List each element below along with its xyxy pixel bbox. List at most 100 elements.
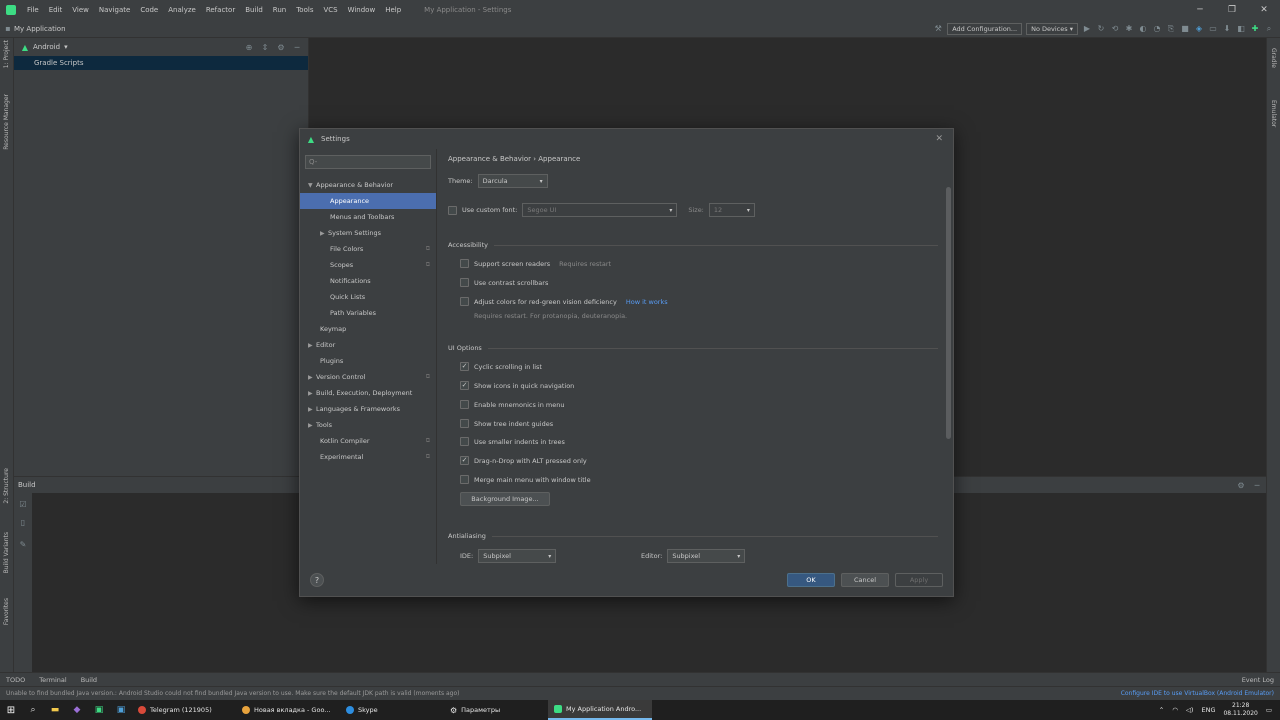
attach-debugger-icon[interactable]: ⎘ (1166, 24, 1176, 34)
tree-item-version-control[interactable]: ▶ Version Control ⧉ (300, 369, 436, 385)
editor-antialiasing-select[interactable]: Subpixel ▾ (667, 549, 746, 563)
quick-nav-icons-checkbox[interactable]: ✓ (460, 381, 469, 390)
taskbar-app-skype[interactable]: Skype (340, 700, 444, 720)
menu-code[interactable]: Code (135, 6, 163, 14)
how-it-works-link[interactable]: How it works (626, 298, 668, 306)
tree-item-experimental[interactable]: Experimental ⧉ (300, 449, 436, 465)
clock[interactable]: 21:28 08.11.2020 (1223, 702, 1257, 718)
tree-item-tools[interactable]: ▶ Tools (300, 417, 436, 433)
tree-item-system-settings[interactable]: ▶ System Settings (300, 225, 436, 241)
tree-item-editor[interactable]: ▶ Editor (300, 337, 436, 353)
menu-vcs[interactable]: VCS (318, 6, 342, 14)
avd-manager-icon[interactable]: ▭ (1208, 24, 1218, 34)
chevron-down-icon[interactable]: ▾ (64, 43, 68, 51)
menu-file[interactable]: File (22, 6, 44, 14)
hide-icon[interactable]: ─ (1252, 480, 1262, 490)
close-icon[interactable]: ✕ (935, 134, 943, 144)
tree-item-menus-toolbars[interactable]: Menus and Toolbars (300, 209, 436, 225)
minimize-icon[interactable]: ─ (1184, 5, 1216, 15)
contrast-scrollbars-checkbox[interactable] (460, 278, 469, 287)
run-configuration-combo[interactable]: Add Configuration... (947, 22, 1023, 35)
tool-window-project[interactable]: 1: Project (3, 40, 10, 68)
coverage-icon[interactable]: ◐ (1138, 24, 1148, 34)
project-tree-selected-item[interactable]: Gradle Scripts (14, 56, 308, 70)
android-assistant-icon[interactable]: ✚ (1250, 24, 1260, 34)
menu-run[interactable]: Run (268, 6, 291, 14)
search-icon[interactable]: ⌕ (22, 705, 44, 715)
menu-edit[interactable]: Edit (44, 6, 68, 14)
tool-window-build-variants[interactable]: Build Variants (3, 532, 10, 573)
tree-item-languages-frameworks[interactable]: ▶ Languages & Frameworks (300, 401, 436, 417)
settings-search-input[interactable]: Q- (305, 155, 431, 169)
ok-button[interactable]: OK (787, 573, 835, 587)
toggle-view-icon[interactable]: ☑ (18, 499, 28, 509)
tree-item-file-colors[interactable]: File Colors ⧉ (300, 241, 436, 257)
sync-gradle-icon[interactable]: ◈ (1194, 24, 1204, 34)
tree-item-build-execution-deployment[interactable]: ▶ Build, Execution, Deployment (300, 385, 436, 401)
taskbar-app-settings[interactable]: ⚙ Параметры (444, 700, 548, 720)
tree-item-appearance-behavior[interactable]: ▼ Appearance & Behavior (300, 177, 436, 193)
search-everywhere-icon[interactable]: ⌕ (1264, 24, 1274, 34)
project-breadcrumb[interactable]: My Application (14, 25, 66, 33)
menu-window[interactable]: Window (343, 6, 381, 14)
taskbar-app-telegram[interactable]: Telegram (121905) (132, 700, 236, 720)
stop-icon[interactable]: ■ (1180, 24, 1190, 34)
clion-icon[interactable]: ▣ (88, 705, 110, 715)
close-window-icon[interactable]: ✕ (1248, 5, 1280, 15)
gear-icon[interactable]: ⚙ (276, 42, 286, 52)
tab-event-log[interactable]: Event Log (1242, 676, 1280, 684)
cancel-button[interactable]: Cancel (841, 573, 889, 587)
project-view-selector[interactable]: Android (33, 43, 60, 51)
trash-icon[interactable]: ▯ (18, 517, 28, 527)
tab-terminal[interactable]: Terminal (39, 676, 66, 684)
tree-item-plugins[interactable]: Plugins (300, 353, 436, 369)
explorer-icon[interactable]: ▬ (44, 705, 66, 715)
tree-item-keymap[interactable]: Keymap (300, 321, 436, 337)
tool-window-resource-manager[interactable]: Resource Manager (3, 94, 10, 150)
hammer-icon[interactable]: ⚒ (933, 24, 943, 34)
tool-window-structure[interactable]: 2: Structure (3, 468, 10, 504)
menu-mnemonics-checkbox[interactable] (460, 400, 469, 409)
layout-inspector-icon[interactable]: ◧ (1236, 24, 1246, 34)
background-image-button[interactable]: Background Image... (460, 492, 550, 506)
status-right-link[interactable]: Configure IDE to use VirtualBox (Android… (1121, 690, 1274, 697)
tree-indent-guides-checkbox[interactable] (460, 419, 469, 428)
menu-help[interactable]: Help (380, 6, 406, 14)
menu-navigate[interactable]: Navigate (94, 6, 135, 14)
wrench-icon[interactable]: ✎ (18, 539, 28, 549)
chevron-up-icon[interactable]: ⌃ (1159, 706, 1164, 714)
color-deficiency-checkbox[interactable] (460, 297, 469, 306)
custom-font-select[interactable]: Segoe UI ▾ (522, 203, 678, 217)
menu-refactor[interactable]: Refactor (201, 6, 240, 14)
help-button[interactable]: ? (310, 573, 324, 587)
drag-n-drop-alt-checkbox[interactable]: ✓ (460, 456, 469, 465)
menu-build[interactable]: Build (240, 6, 268, 14)
smaller-indents-checkbox[interactable] (460, 437, 469, 446)
device-combo[interactable]: No Devices ▾ (1026, 22, 1078, 35)
apply-changes-icon[interactable]: ↻ (1096, 24, 1106, 34)
apply-button[interactable]: Apply (895, 573, 943, 587)
tree-item-notifications[interactable]: Notifications (300, 273, 436, 289)
tree-item-quick-lists[interactable]: Quick Lists (300, 289, 436, 305)
custom-font-checkbox[interactable] (448, 205, 457, 215)
notifications-icon[interactable]: ▭ (1266, 706, 1272, 714)
language-indicator[interactable]: ENG (1201, 706, 1215, 714)
tool-window-favorites[interactable]: Favorites (3, 598, 10, 625)
taskbar-app-chrome[interactable]: Новая вкладка - Goo... (236, 700, 340, 720)
visual-studio-icon[interactable]: ◆ (66, 705, 88, 715)
theme-select[interactable]: Darcula ▾ (477, 174, 548, 188)
debug-icon[interactable]: ✱ (1124, 24, 1134, 34)
font-size-select[interactable]: 12 ▾ (708, 203, 755, 217)
menu-view[interactable]: View (67, 6, 94, 14)
status-message[interactable]: Unable to find bundled Java version.: An… (6, 690, 459, 697)
sdk-manager-icon[interactable]: ⬇ (1222, 24, 1232, 34)
taskbar-app-android-studio[interactable]: My Application Andro... (548, 700, 652, 720)
restore-icon[interactable]: ❐ (1216, 5, 1248, 15)
content-scrollbar[interactable] (946, 187, 951, 439)
menu-tools[interactable]: Tools (291, 6, 318, 14)
tab-todo[interactable]: TODO (6, 676, 25, 684)
tool-window-gradle[interactable]: Gradle (1270, 48, 1277, 68)
profile-icon[interactable]: ◔ (1152, 24, 1162, 34)
run-icon[interactable]: ▶ (1082, 24, 1092, 34)
tree-item-appearance[interactable]: Appearance (300, 193, 436, 209)
